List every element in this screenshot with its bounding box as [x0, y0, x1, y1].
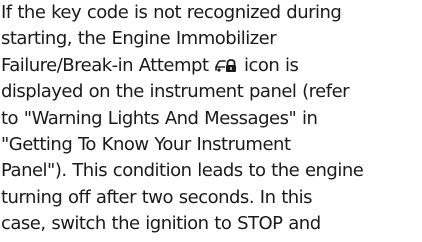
car-lock-icon-graphic: [215, 58, 237, 72]
manual-page: If the key code is not recognized during…: [0, 0, 422, 242]
immobilizer-paragraph: If the key code is not recognized during…: [1, 0, 422, 238]
text-line-7: Panel"). This condition leads to the eng…: [1, 160, 364, 182]
text-line-8: turning off after two seconds. In this: [1, 186, 313, 208]
text-line-5: to "Warning Lights And Messages" in: [1, 107, 318, 129]
text-line-3-start: Failure/Break-in Attempt: [1, 54, 209, 76]
text-line-2: starting, the Engine Immobilizer: [1, 28, 277, 50]
text-line-6: "Getting To Know Your Instrument: [1, 134, 291, 156]
text-line-4: displayed on the instrument panel (refer: [1, 81, 350, 103]
text-line-3-end: icon is: [243, 54, 299, 76]
car-lock-icon: [215, 58, 237, 73]
text-line-9: case, switch the ignition to STOP and: [1, 213, 321, 235]
text-line-3: Failure/Break-in Attempt icon is: [1, 53, 422, 79]
text-line-1: If the key code is not recognized during: [1, 2, 342, 23]
